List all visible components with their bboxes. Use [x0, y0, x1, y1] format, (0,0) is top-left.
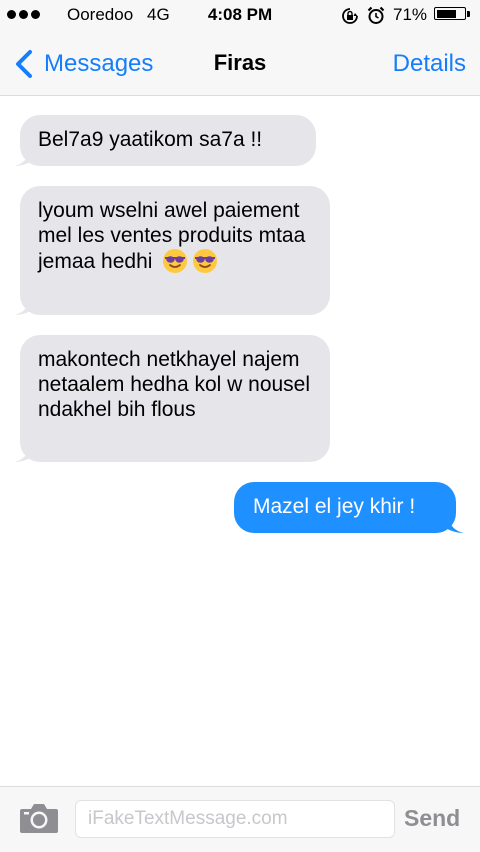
status-bar: Ooredoo 4G 4:08 PM 71% — [0, 0, 480, 30]
battery-icon — [434, 7, 466, 20]
message-text-field[interactable]: iFakeTextMessage.com — [75, 800, 395, 838]
camera-icon[interactable] — [19, 801, 59, 835]
alarm-clock-icon — [367, 6, 385, 24]
details-button[interactable]: Details — [393, 50, 466, 78]
message-text: makontech netkhayel najem netaalem hedha… — [38, 348, 311, 421]
navigation-bar: Messages Firas Details — [0, 30, 480, 96]
message-text: Mazel el jey khir ! — [253, 495, 416, 518]
message-bubble-outgoing: Mazel el jey khir ! — [234, 482, 456, 533]
smiling-face-with-sunglasses-icon — [193, 249, 218, 273]
message-bubble-incoming: Bel7a9 yaatikom sa7a !! — [20, 115, 316, 166]
message-bubble-incoming: lyoum wselni awel paiement mel les vente… — [20, 186, 330, 315]
battery-tip — [467, 11, 470, 17]
message-input-bar: iFakeTextMessage.com Send — [0, 786, 480, 852]
message-text: Bel7a9 yaatikom sa7a !! — [38, 128, 263, 151]
battery-percent: 71% — [393, 5, 428, 24]
rotation-lock-icon — [342, 8, 358, 24]
smiling-face-with-sunglasses-icon — [163, 249, 188, 273]
send-button[interactable]: Send — [404, 805, 460, 832]
message-bubble-incoming: makontech netkhayel najem netaalem hedha… — [20, 335, 330, 462]
message-field-placeholder: iFakeTextMessage.com — [88, 808, 288, 829]
